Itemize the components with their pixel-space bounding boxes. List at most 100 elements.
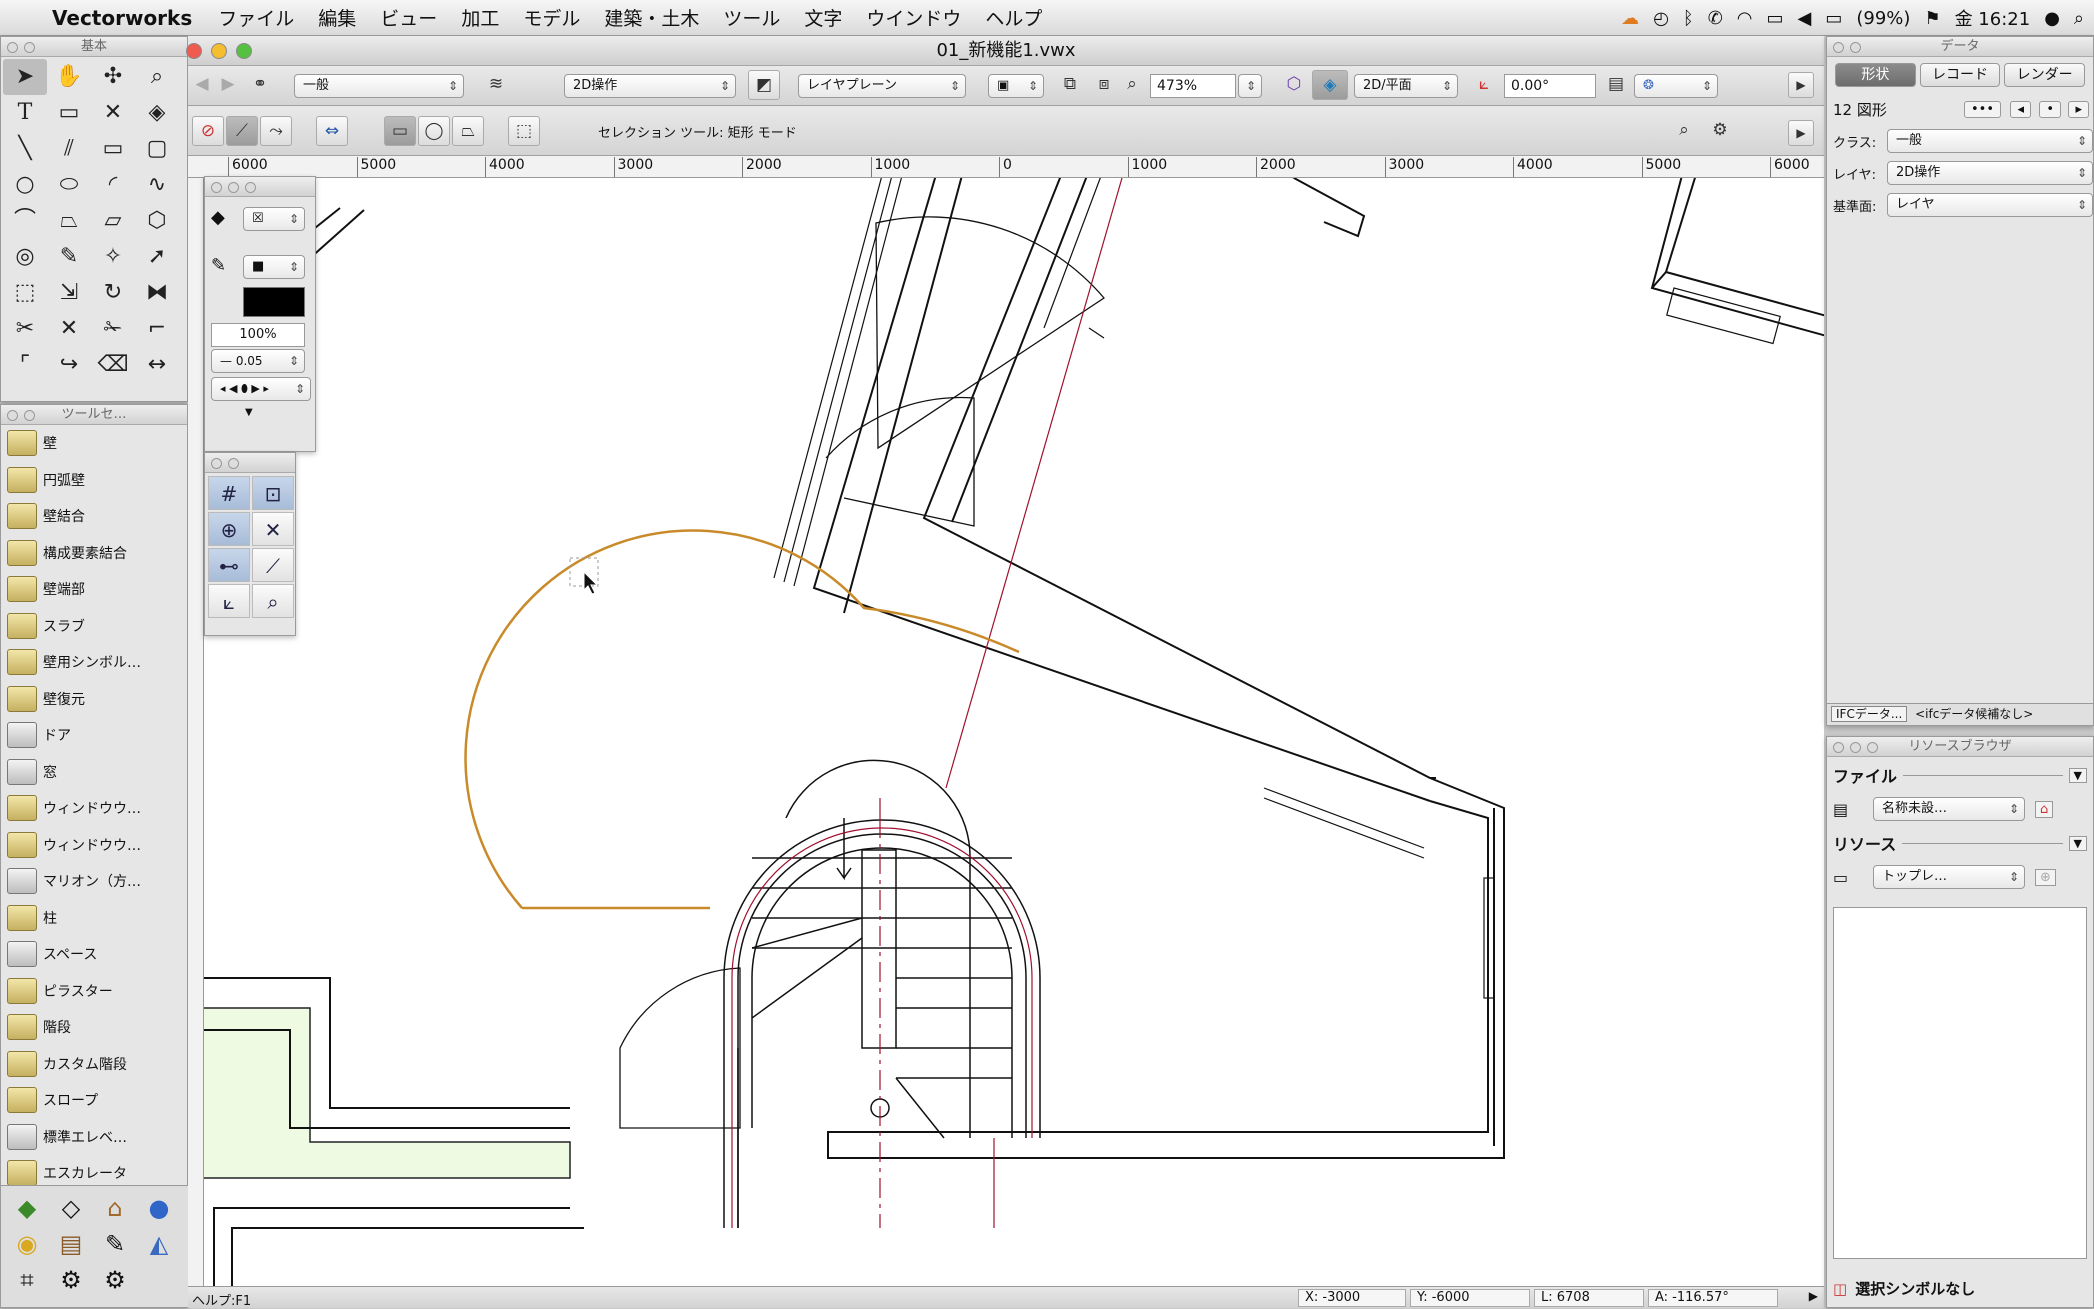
menu-model[interactable]: モデル	[511, 4, 592, 31]
file-section-menu-icon[interactable]: ▼	[2068, 767, 2087, 783]
pan-tool-icon[interactable]: ✋	[47, 59, 91, 95]
snap-mode-icon[interactable]: ⟋	[226, 116, 258, 146]
rounded-rectangle-tool-icon[interactable]: ▢	[135, 131, 179, 167]
tab-record[interactable]: レコード	[1919, 63, 2001, 87]
class-popup[interactable]: 一般	[294, 74, 464, 98]
snap-angle-icon[interactable]: ⊕	[208, 512, 250, 546]
plane-mode-icon[interactable]: ◩	[748, 70, 780, 100]
page-setup-popup[interactable]: ▣	[988, 74, 1044, 98]
rotate-plan-icon[interactable]: ⟀	[1468, 70, 1500, 100]
forward-icon[interactable]: ▶	[214, 70, 242, 100]
gear-toolset-icon[interactable]: ⚙	[93, 1262, 137, 1298]
toolset-item[interactable]: ウィンドウウ…	[1, 790, 187, 827]
fillet-tool-icon[interactable]: ⌐	[135, 311, 179, 347]
view-popup[interactable]: 2D/平面	[1354, 74, 1458, 98]
menu-view[interactable]: ビュー	[368, 4, 449, 31]
line-thickness-popup[interactable]: — 0.05	[211, 349, 305, 373]
eyedropper-tool-icon[interactable]: ✎	[47, 239, 91, 275]
snap-tangent-icon[interactable]: ⟋	[252, 548, 294, 582]
snap-object-icon[interactable]: ⊡	[252, 476, 294, 510]
toolset-item[interactable]: 円弧壁	[1, 462, 187, 499]
pen-style-popup[interactable]: ■	[243, 255, 305, 279]
connect-tool-icon[interactable]: ↪	[47, 347, 91, 383]
clock[interactable]: 金 16:21	[1955, 5, 2031, 31]
menu-text[interactable]: 文字	[792, 4, 854, 31]
active-class-icon[interactable]: ⚭	[244, 70, 276, 100]
toolset-item[interactable]: 壁結合	[1, 498, 187, 535]
wifi-icon[interactable]: ◠	[1737, 8, 1753, 29]
toolset-item[interactable]: スラブ	[1, 608, 187, 645]
clip-tool-icon[interactable]: ✁	[91, 311, 135, 347]
spiral-tool-icon[interactable]: ◎	[3, 239, 47, 275]
double-line-tool-icon[interactable]: ⫽	[47, 131, 91, 167]
toolset-item[interactable]: マリオン（方…	[1, 863, 187, 900]
menu-modify[interactable]: 加工	[449, 4, 511, 31]
selection-tool-icon[interactable]: ➤	[3, 59, 47, 95]
settings-gear-icon[interactable]: ⚙	[1704, 116, 1736, 146]
3d-model-toolset-icon[interactable]: ◭	[137, 1226, 181, 1262]
cloud-icon[interactable]: ☁	[1621, 8, 1639, 29]
layer-options-icon[interactable]: ≋	[480, 70, 512, 100]
visibility-tool-icon[interactable]: ➚	[135, 239, 179, 275]
mechanical-toolset-icon[interactable]: ⚙	[49, 1262, 93, 1298]
render-mode-icon[interactable]: ◈	[1312, 70, 1348, 100]
freehand-tool-icon[interactable]: ∿	[135, 167, 179, 203]
line-tool-icon[interactable]: ╲	[3, 131, 47, 167]
zoom-fit-icon[interactable]: ⧉	[1054, 70, 1086, 100]
visualization-toolset-icon[interactable]: ●	[137, 1190, 181, 1226]
toolset-item[interactable]: ドア	[1, 717, 187, 754]
toolset-item[interactable]: スペース	[1, 936, 187, 973]
toolset-item[interactable]: 壁復元	[1, 681, 187, 718]
toolset-item[interactable]: 標準エレベ…	[1, 1119, 187, 1156]
pen-color-swatch[interactable]	[243, 287, 305, 317]
oval-tool-icon[interactable]: ⬭	[47, 167, 91, 203]
layer-popup[interactable]: 2D操作	[564, 74, 736, 98]
visibility-popup[interactable]: ❂	[1634, 74, 1718, 98]
multi-snap-icon[interactable]: ⤳	[260, 116, 292, 146]
opacity-field[interactable]: 100%	[211, 323, 305, 347]
dimension-tool-icon[interactable]: ↔	[135, 347, 179, 383]
back-icon[interactable]: ◀	[188, 70, 216, 100]
transform-mode-icon[interactable]: ⬚	[508, 116, 540, 146]
menu-file[interactable]: ファイル	[206, 4, 306, 31]
toolset-item[interactable]: 構成要素結合	[1, 535, 187, 572]
snap-distance-icon[interactable]: ⊷	[208, 548, 250, 582]
selected-arc-wall[interactable]	[464, 529, 1020, 909]
flag-icon[interactable]: ⚑	[1924, 8, 1940, 29]
furniture-toolset-icon[interactable]: ▤	[49, 1226, 93, 1262]
flyover-tool-icon[interactable]: ✣	[91, 59, 135, 95]
volume-icon[interactable]: ◀	[1798, 8, 1812, 29]
detail-toolset-icon[interactable]: ✎	[93, 1226, 137, 1262]
palette-collapse-icon[interactable]: ▼	[245, 407, 253, 418]
snap-disable-icon[interactable]: ⊘	[192, 116, 224, 146]
reshape-tool-icon[interactable]: ⬚	[3, 275, 47, 311]
toolset-item[interactable]: ウィンドウウ…	[1, 827, 187, 864]
polygon-mode-icon[interactable]: ⏢	[452, 116, 484, 146]
spotlight-icon[interactable]: ⌕	[2074, 8, 2084, 29]
close-button[interactable]	[186, 43, 202, 59]
tab-render[interactable]: レンダー	[2004, 63, 2086, 87]
zoom-icon[interactable]: ⌕	[1116, 70, 1148, 100]
plane-select[interactable]: レイヤ	[1887, 193, 2093, 217]
ifc-data-button[interactable]: IFCデータ...	[1831, 706, 1908, 722]
toolset-item[interactable]: 階段	[1, 1009, 187, 1046]
zoom-field[interactable]: 473%	[1150, 74, 1236, 98]
snap-edge-icon[interactable]: ⟀	[208, 584, 250, 618]
user-icon[interactable]: ●	[2044, 8, 2060, 29]
circle-tool-icon[interactable]: ○	[3, 167, 47, 203]
rectangle-mode-icon[interactable]: ▭	[384, 116, 416, 146]
callout-tool-icon[interactable]: ▭	[47, 95, 91, 131]
split-tool-icon[interactable]: ✕	[47, 311, 91, 347]
resource-list[interactable]	[1833, 907, 2087, 1259]
offset-tool-icon[interactable]: ⇲	[47, 275, 91, 311]
file-popup[interactable]: 名称未設…	[1873, 797, 2025, 821]
zoom-popup[interactable]	[1238, 74, 1262, 98]
app-menu[interactable]: Vectorworks	[48, 6, 206, 30]
next-object-button[interactable]: •	[2039, 100, 2061, 118]
trim-tool-icon[interactable]: ✂	[3, 311, 47, 347]
new-folder-icon[interactable]: ⊕	[2035, 868, 2056, 886]
regular-polygon-tool-icon[interactable]: ⬡	[135, 203, 179, 239]
attribute-mapping-icon[interactable]: ◈	[135, 95, 179, 131]
snap-grid-icon[interactable]: #	[208, 476, 250, 510]
tab-shape[interactable]: 形状	[1835, 63, 1916, 87]
